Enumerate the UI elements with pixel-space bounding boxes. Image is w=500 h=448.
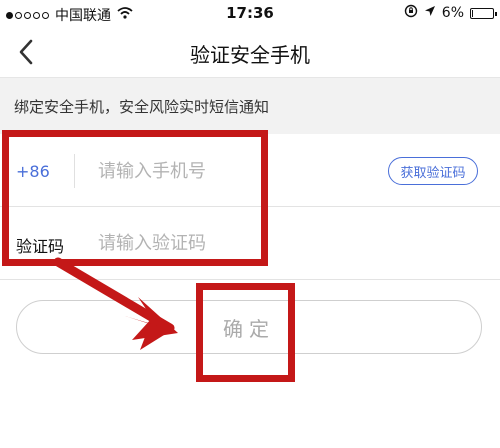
notice-banner: 绑定安全手机，安全风险实时短信通知 bbox=[0, 78, 500, 134]
get-code-button[interactable]: 获取验证码 bbox=[388, 157, 478, 185]
battery-fill bbox=[472, 9, 473, 17]
annotation-box-confirm bbox=[196, 283, 295, 382]
battery-percent: 6% bbox=[441, 5, 464, 21]
lock-rotation-icon bbox=[404, 4, 418, 22]
annotation-box-form bbox=[2, 130, 268, 266]
status-right: 6% bbox=[404, 4, 497, 22]
page-title: 验证安全手机 bbox=[190, 43, 310, 67]
battery-icon bbox=[470, 7, 497, 19]
notice-text: 绑定安全手机，安全风险实时短信通知 bbox=[14, 98, 270, 116]
location-arrow-icon bbox=[424, 5, 436, 21]
navigation-bar: 验证安全手机 bbox=[0, 26, 500, 78]
status-bar: 中国联通 17:36 6% bbox=[0, 0, 500, 26]
